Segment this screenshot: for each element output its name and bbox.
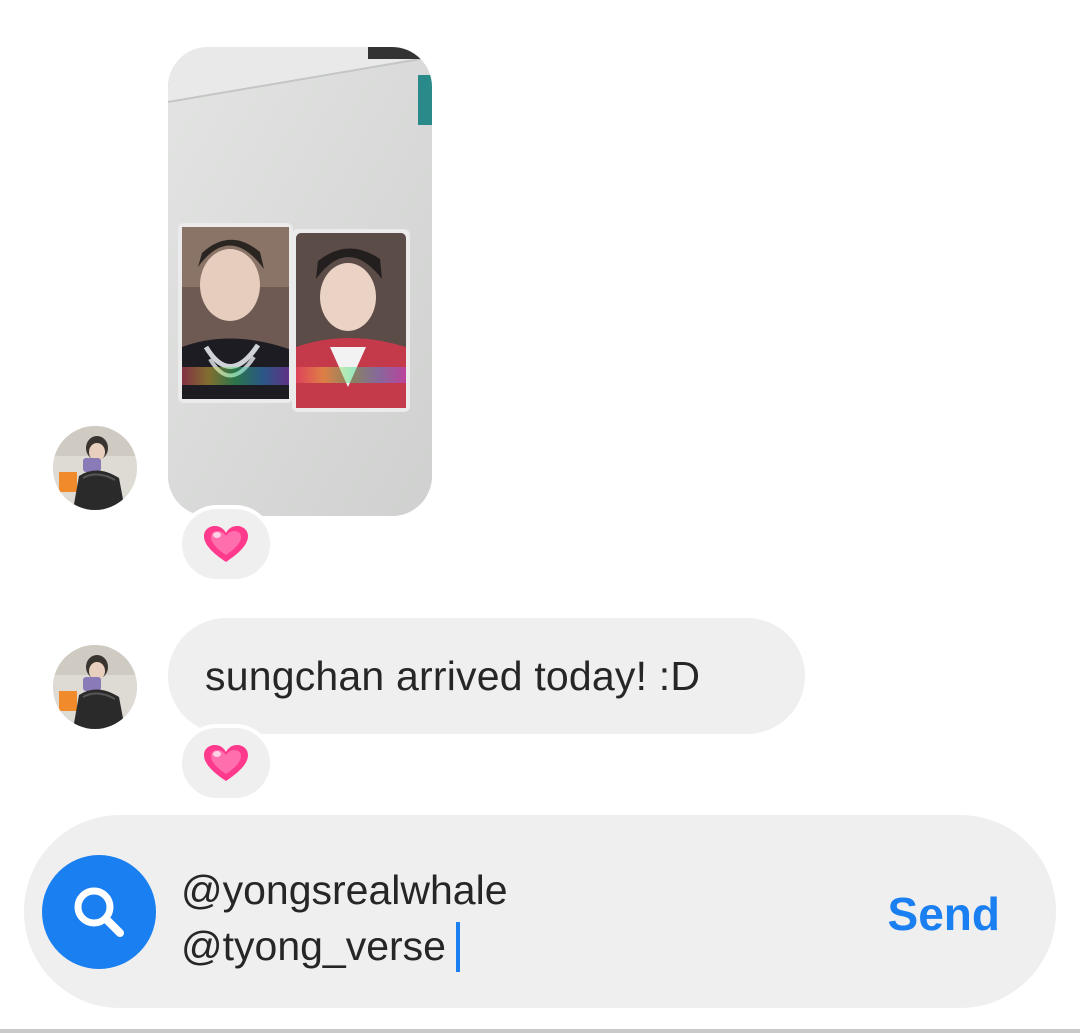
growing-heart-icon — [204, 745, 248, 781]
message-input-line: @yongsrealwhale — [181, 867, 508, 913]
message-input-line: @tyong_verse — [181, 923, 446, 969]
search-icon — [74, 887, 124, 937]
search-button[interactable] — [42, 855, 156, 969]
photo-message[interactable] — [168, 47, 432, 516]
text-caret — [455, 922, 460, 972]
message-input[interactable]: @yongsrealwhale @tyong_verse — [181, 862, 508, 974]
message-text: sungchan arrived today! :D — [205, 652, 701, 699]
chat-screen: sungchan arrived today! :D @yongsrealwha… — [0, 0, 1080, 1033]
avatar-image — [53, 645, 137, 729]
message-input-line-with-caret: @tyong_verse — [181, 918, 508, 974]
avatar-image — [53, 426, 137, 510]
reaction-bubble[interactable] — [178, 505, 274, 583]
text-message-bubble[interactable]: sungchan arrived today! :D — [168, 618, 805, 734]
reaction-bubble[interactable] — [178, 724, 274, 802]
photocards-image — [168, 47, 432, 516]
growing-heart-icon — [204, 526, 248, 562]
sender-avatar[interactable] — [53, 426, 137, 510]
bottom-divider — [0, 1029, 1080, 1033]
send-button[interactable]: Send — [888, 887, 1000, 941]
sender-avatar[interactable] — [53, 645, 137, 729]
message-composer: @yongsrealwhale @tyong_verse Send — [24, 815, 1056, 1008]
